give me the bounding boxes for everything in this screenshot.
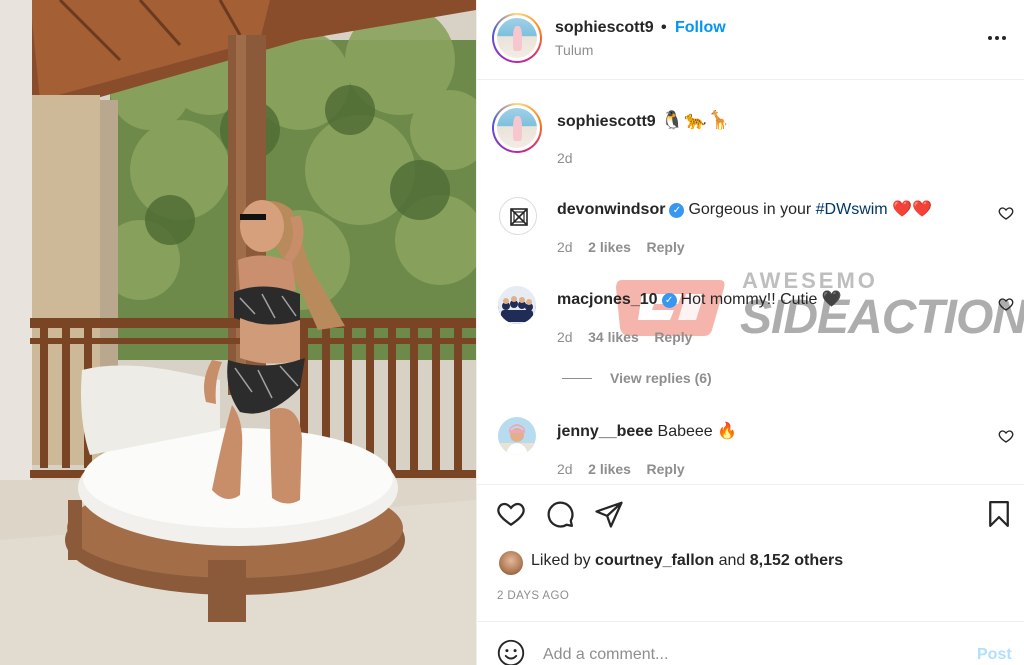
comment-time[interactable]: 2d [557,461,573,477]
comment-likes[interactable]: 2 likes [588,461,631,477]
likes-count[interactable]: 8,152 others [750,552,843,569]
photo-illustration [0,0,476,665]
post-date[interactable]: 2 DAYS AGO [497,590,569,602]
author-avatar[interactable] [492,13,542,63]
liked-by-prefix: Liked by [531,552,596,569]
caption-author-username[interactable]: sophiescott9 [557,113,656,131]
verified-badge-icon: ✓ [669,203,685,218]
view-replies-divider [562,377,592,379]
comment-avatar[interactable] [498,286,536,324]
comment-hashtag[interactable]: #DWswim [816,201,888,218]
comment-body: macjones_10 ✓ Hot mommy!! Cutie 🖤 [557,289,842,309]
post-detail-panel: sophiescott9 • Follow Tulum sophiescott9… [476,0,1024,665]
liked-by-avatar[interactable] [499,551,523,575]
verified-badge-icon: ✓ [661,293,677,308]
comment-reply-button[interactable]: Reply [654,329,692,345]
comment-likes[interactable]: 34 likes [588,329,639,345]
comment-username[interactable]: devonwindsor [557,201,665,218]
separator-dot: • [661,19,667,36]
brand-logo-icon [510,208,528,226]
comment-like-heart-icon[interactable] [998,296,1014,312]
comment-username[interactable]: macjones_10 [557,291,658,308]
share-paper-plane-icon[interactable] [594,499,624,529]
comment-body: devonwindsor ✓ Gorgeous in your #DWswim ❤️… [557,199,932,219]
emoji-smiley-icon[interactable] [497,639,525,665]
author-username[interactable]: sophiescott9 [555,19,654,37]
comment-meta: 2d 2 likes Reply [557,239,685,255]
caption-timestamp[interactable]: 2d [557,150,573,166]
user-photo [498,417,536,455]
action-bar-divider [477,484,1024,485]
save-bookmark-icon[interactable] [984,499,1014,529]
comment-reply-button[interactable]: Reply [647,461,685,477]
comment-meta: 2d 2 likes Reply [557,461,685,477]
post-location[interactable]: Tulum [555,42,593,58]
comment-like-heart-icon[interactable] [998,205,1014,221]
more-horizontal-icon[interactable] [985,26,1009,50]
liked-by-summary: Liked by courtney_fallon and 8,152 other… [531,552,843,570]
caption-author-avatar[interactable] [492,103,542,153]
follow-button[interactable]: Follow [675,19,726,37]
comment-username[interactable]: jenny__beee [557,423,653,440]
comment-meta: 2d 34 likes Reply [557,329,692,345]
comment-input[interactable] [543,642,943,665]
post-header: sophiescott9 • Follow Tulum [477,0,1024,80]
liked-by-middle: and [714,552,750,569]
comment-likes[interactable]: 2 likes [588,239,631,255]
comment-text-end: ❤️❤️ [887,201,932,218]
comment-text: Hot mommy!! Cutie 🖤 [680,291,842,308]
comment-reply-button[interactable]: Reply [647,239,685,255]
comment-avatar[interactable] [499,197,537,235]
comment-text: Gorgeous in your [688,201,816,218]
add-comment-bar: Post [477,621,1024,665]
comment-text: Babeee 🔥 [657,423,738,440]
comment-avatar[interactable] [498,417,536,455]
like-heart-icon[interactable] [496,499,526,529]
comment-body: jenny__beee Babeee 🔥 [557,421,737,441]
comment-time[interactable]: 2d [557,239,573,255]
view-replies-label: View replies (6) [610,370,712,386]
comment-like-heart-icon[interactable] [998,428,1014,444]
post-photo[interactable] [0,0,476,665]
comment-bubble-icon[interactable] [545,499,575,529]
group-photo [498,286,536,324]
liked-by-user[interactable]: courtney_fallon [595,552,714,569]
comment-time[interactable]: 2d [557,329,573,345]
post-comment-button[interactable]: Post [977,646,1012,664]
caption-text: 🐧🐆🦒 [661,110,732,130]
view-replies-button[interactable]: View replies (6) [562,370,712,386]
